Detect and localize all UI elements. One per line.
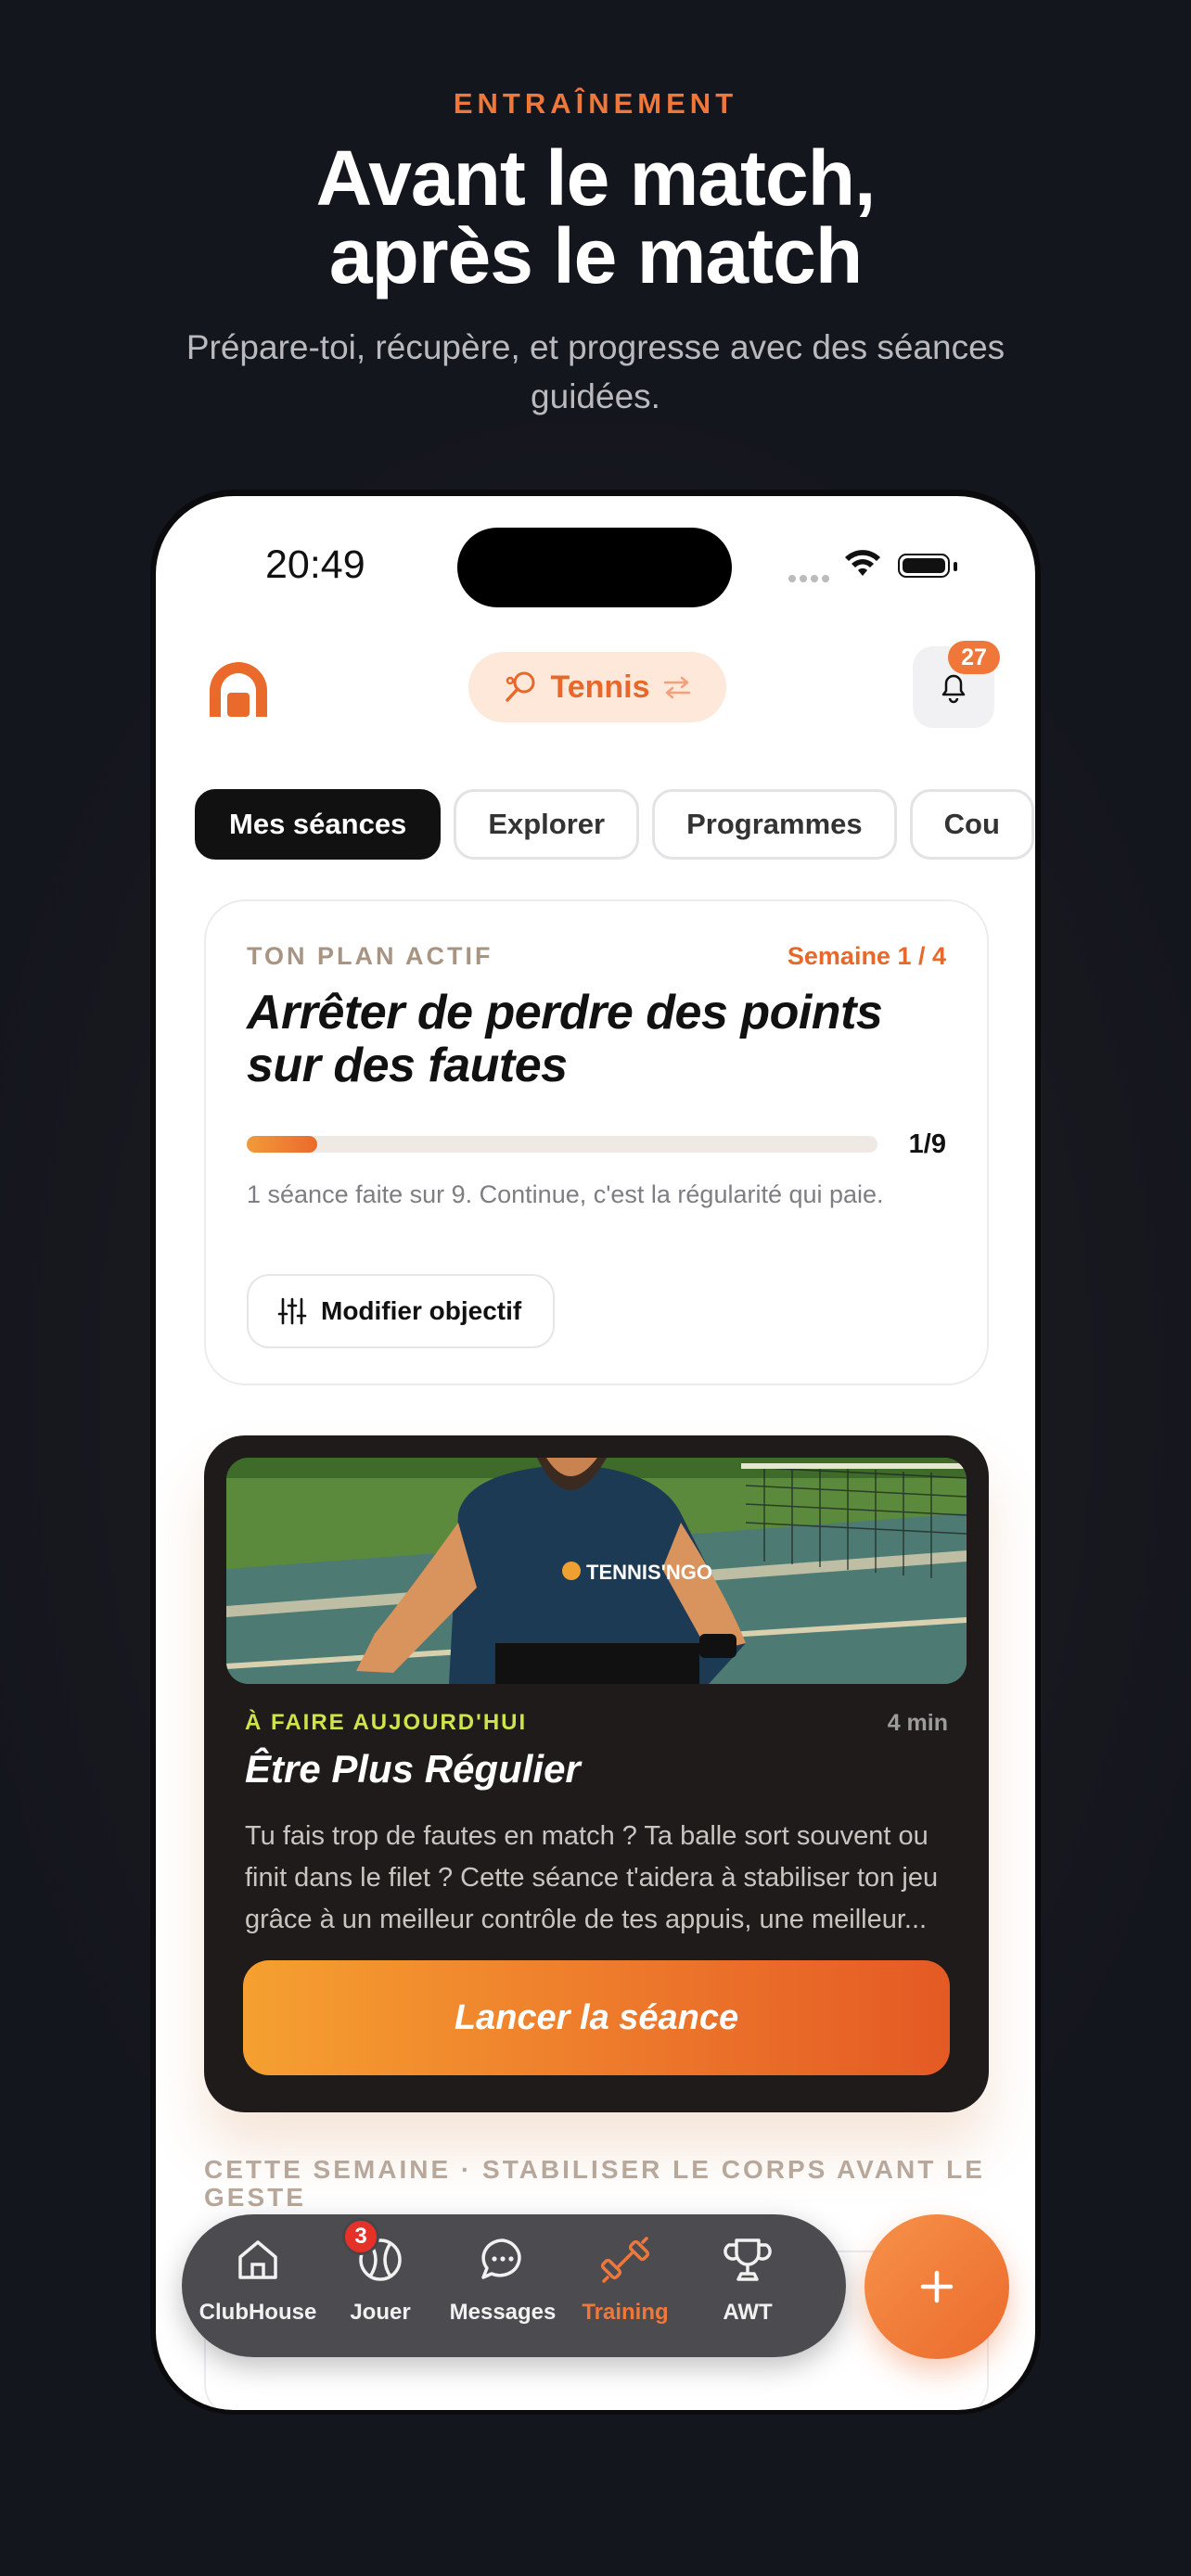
session-title: Être Plus Régulier xyxy=(245,1747,581,1791)
subhead: Prépare-toi, récupère, et progresse avec… xyxy=(186,328,1005,415)
racket-icon xyxy=(506,671,535,702)
tab-programmes[interactable]: Programmes xyxy=(652,789,897,860)
add-button[interactable] xyxy=(864,2214,1009,2359)
tab-explorer[interactable]: Explorer xyxy=(454,789,640,860)
home-icon xyxy=(238,2240,277,2279)
tab-cours[interactable]: Cou xyxy=(909,789,1034,860)
launch-session-button[interactable]: Lancer la séance xyxy=(243,1960,950,2075)
tab-jouer[interactable]: Jouer xyxy=(319,2233,442,2344)
session-description: Tu fais trop de fautes en match ? Ta bal… xyxy=(245,1821,939,1934)
phone-screen: 20:49 Tennis 27 Mes séances Explorer Prog xyxy=(156,496,1035,2410)
bell-icon xyxy=(941,674,966,704)
tab-awt-label: AWT xyxy=(723,2300,773,2325)
tab-clubhouse[interactable]: ClubHouse xyxy=(197,2233,319,2344)
signal-icon xyxy=(788,570,833,582)
dumbbell-icon xyxy=(600,2237,650,2283)
plan-progress-count: 1/9 xyxy=(908,1129,946,1159)
sliders-icon xyxy=(277,1297,307,1325)
sport-switcher[interactable]: Tennis xyxy=(468,652,726,722)
tab-mes-seances[interactable]: Mes séances xyxy=(195,789,442,860)
headline-line-1: Avant le match, xyxy=(315,134,877,222)
tab-awt[interactable]: AWT xyxy=(686,2233,809,2344)
modify-goal-label: Modifier objectif xyxy=(321,1296,522,1325)
headline-line-2: après le match xyxy=(328,212,863,300)
tab-training[interactable]: Training xyxy=(564,2233,686,2344)
status-time: 20:49 xyxy=(265,542,365,587)
notification-badge: 27 xyxy=(948,641,1000,674)
battery-icon xyxy=(898,554,950,578)
dynamic-island xyxy=(457,528,732,607)
app-logo-icon[interactable] xyxy=(204,656,273,724)
plus-icon xyxy=(920,2270,954,2303)
battery-cap xyxy=(954,562,957,571)
session-tag: À FAIRE AUJOURD'HUI xyxy=(245,1710,528,1735)
today-session-card[interactable]: TENNIS'NGO À FAIRE AUJOURD'HUI 4 min Êtr… xyxy=(204,1435,989,2112)
tab-messages-label: Messages xyxy=(449,2300,557,2325)
plan-progress-bar xyxy=(247,1136,877,1153)
bottom-tab-bar: ClubHouse Jouer Messages Training AWT xyxy=(182,2214,846,2357)
segment-tabs: Mes séances Explorer Programmes Cou xyxy=(195,789,1035,863)
week-section-label: CETTE SEMAINE · STABILISER LE CORPS AVAN… xyxy=(204,2155,985,2212)
sport-label: Tennis xyxy=(550,669,650,705)
session-duration: 4 min xyxy=(887,1710,948,1736)
plan-progress-fill xyxy=(247,1136,317,1153)
modify-goal-button[interactable]: Modifier objectif xyxy=(247,1274,556,1348)
wifi-icon xyxy=(845,550,880,576)
chat-bubble-icon xyxy=(481,2238,521,2279)
swap-arrows-icon xyxy=(663,676,690,699)
plan-message: 1 séance faite sur 9. Continue, c'est la… xyxy=(247,1180,884,1208)
tab-clubhouse-label: ClubHouse xyxy=(198,2300,317,2325)
tab-messages[interactable]: Messages xyxy=(442,2233,564,2344)
shirt-brand: TENNIS'NGO xyxy=(586,1561,712,1584)
session-image: TENNIS'NGO xyxy=(226,1458,967,1684)
plan-week: Semaine 1 / 4 xyxy=(787,942,946,970)
trophy-icon xyxy=(724,2238,772,2281)
headline: Avant le match, après le match xyxy=(0,139,1191,295)
messages-badge: 3 xyxy=(342,2218,379,2255)
tab-training-label: Training xyxy=(582,2300,669,2325)
plan-title: Arrêter de perdre des points sur des fau… xyxy=(247,986,883,1092)
tab-jouer-label: Jouer xyxy=(350,2300,411,2325)
active-plan-card: TON PLAN ACTIF Semaine 1 / 4 Arrêter de … xyxy=(204,899,989,1385)
plan-label: TON PLAN ACTIF xyxy=(247,942,493,970)
eyebrow: ENTRAÎNEMENT xyxy=(453,87,738,120)
